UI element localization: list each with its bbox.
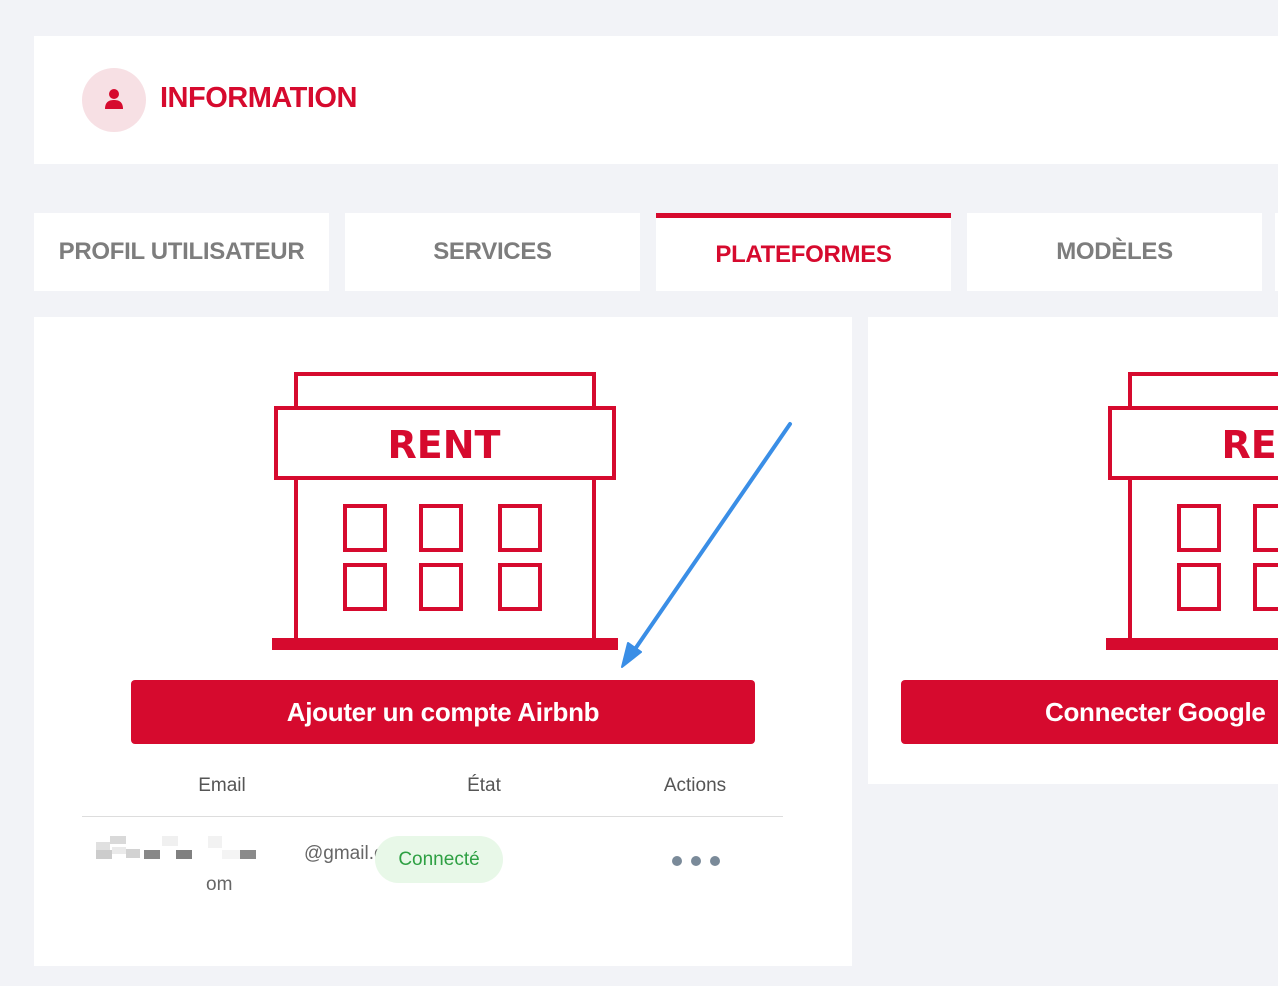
email-cell: @gmail.c om (82, 829, 383, 895)
avatar (82, 68, 146, 132)
column-header-etat: État (467, 775, 501, 796)
rent-sign-text: RENT (388, 423, 501, 467)
user-icon (105, 89, 123, 109)
rent-building-illustration: RENT (272, 372, 618, 650)
google-platform-card: RENT Connecter Google (868, 317, 1278, 784)
tab-profil-utilisateur[interactable]: PROFIL UTILISATEUR (34, 213, 329, 291)
page-title: INFORMATION (160, 82, 357, 114)
table-divider (82, 816, 783, 817)
more-horizontal-icon[interactable] (672, 855, 720, 867)
status-badge: Connecté (375, 836, 503, 883)
tab-plateformes[interactable]: PLATEFORMES (656, 213, 951, 291)
rent-building-illustration: RENT (1106, 372, 1278, 650)
email-wrapped-text: om (206, 874, 233, 895)
connect-google-button[interactable]: Connecter Google (901, 680, 1278, 744)
email-visible-text: @gmail.c (304, 843, 384, 864)
airbnb-platform-card: RENT Ajouter un compte Airbnb Email État… (34, 317, 852, 966)
tab-modeles[interactable]: MODÈLES (967, 213, 1262, 291)
add-airbnb-account-button[interactable]: Ajouter un compte Airbnb (131, 680, 755, 744)
column-header-actions[interactable]: Actions (640, 775, 750, 797)
tab-services[interactable]: SERVICES (345, 213, 640, 291)
profile-header: INFORMATION (34, 36, 1278, 164)
column-header-email: Email (198, 775, 246, 796)
rent-sign-text: RENT (1222, 423, 1278, 467)
